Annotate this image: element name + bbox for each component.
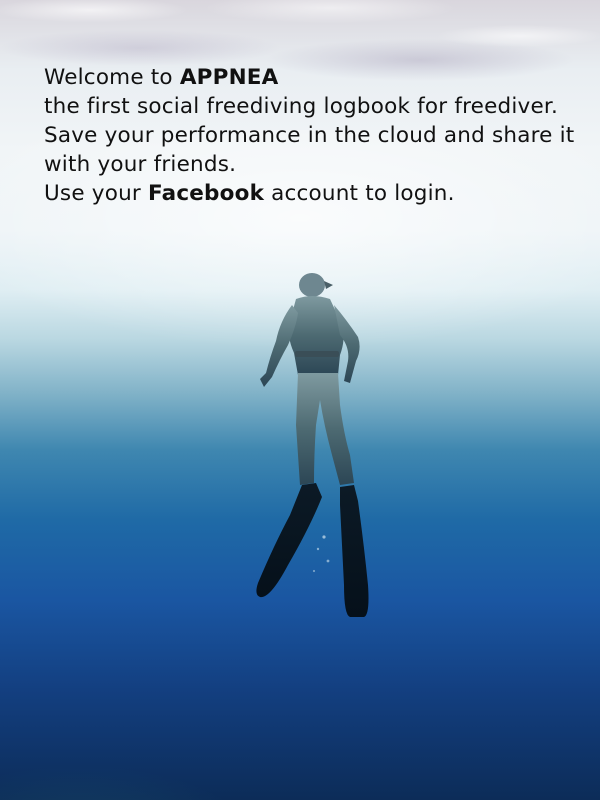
login-screen: Welcome to APPNEA the first social freed… <box>0 0 600 800</box>
facebook-label: Facebook <box>147 181 265 206</box>
welcome-line-2: the first social freediving logbook for … <box>44 94 558 119</box>
app-name: APPNEA <box>179 65 279 90</box>
welcome-text: Welcome to APPNEA the first social freed… <box>44 63 584 208</box>
welcome-line-3: Save your performance in the cloud and s… <box>44 123 575 177</box>
freediver-icon <box>256 273 369 617</box>
welcome-line-4: Use your Facebook account to login. <box>44 181 455 206</box>
welcome-line-1: Welcome to APPNEA <box>44 65 279 90</box>
